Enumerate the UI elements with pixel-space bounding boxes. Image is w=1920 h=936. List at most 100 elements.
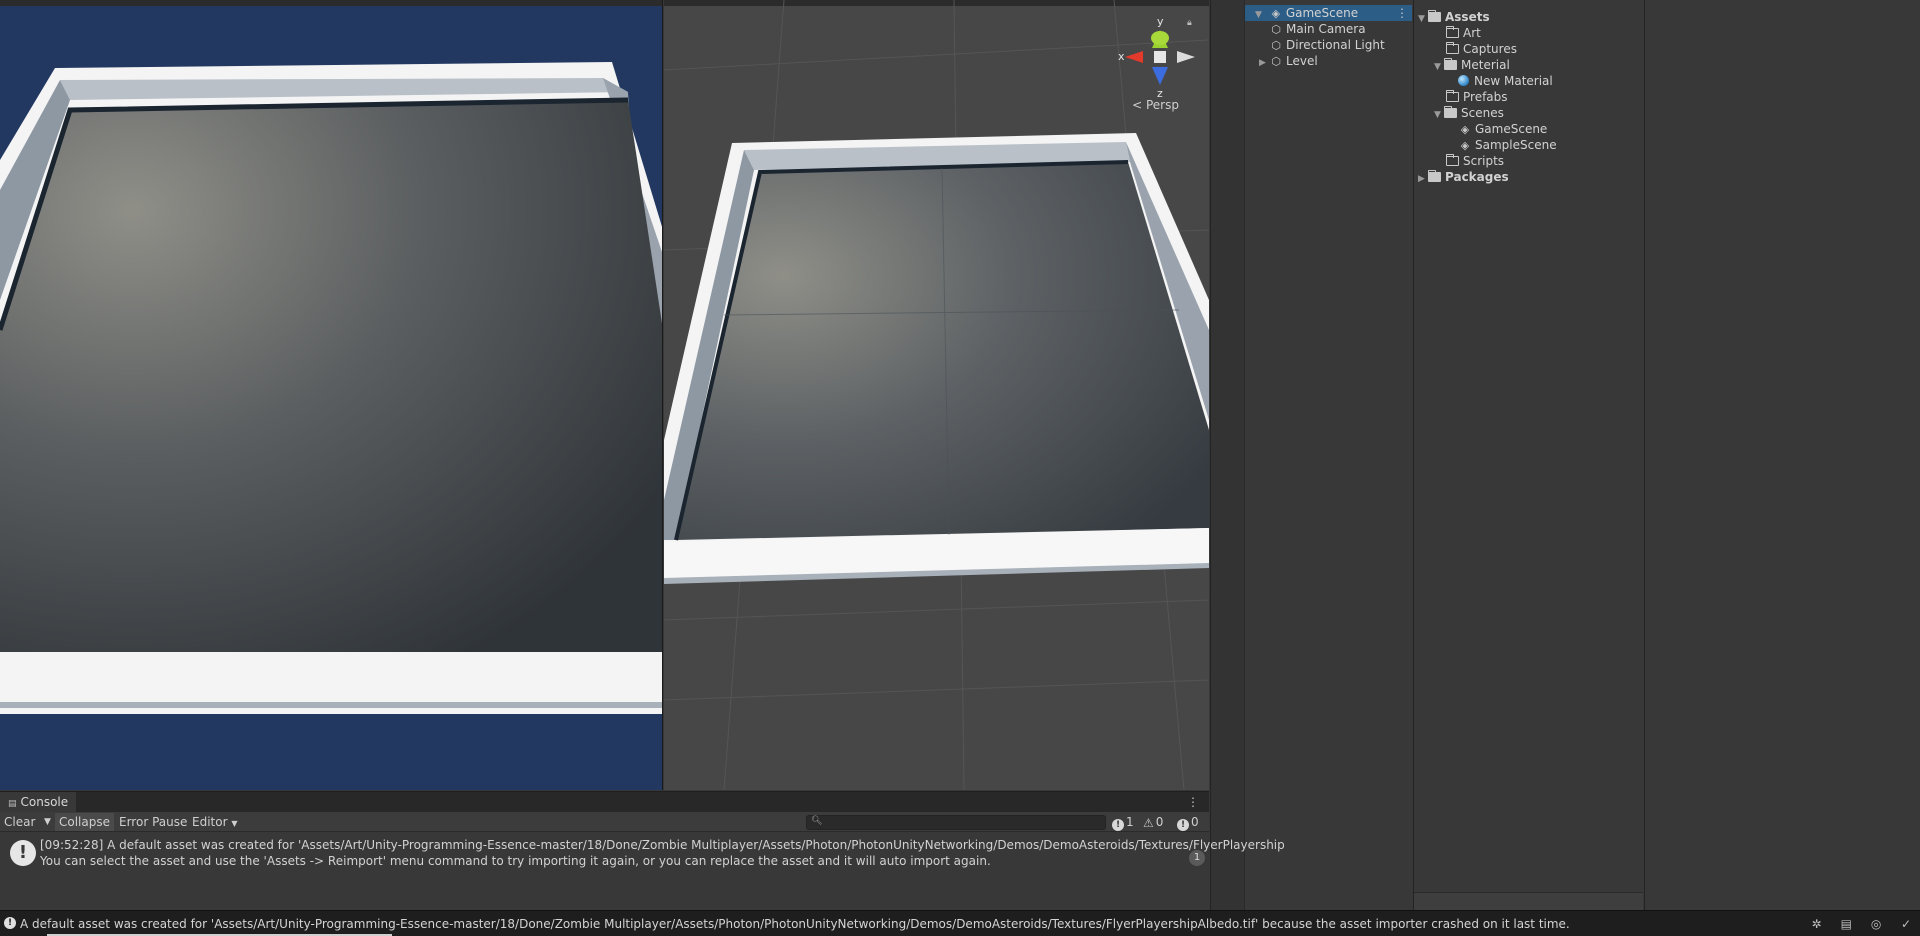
- project-folder-label: Meterial: [1461, 58, 1510, 72]
- project-folder-label: Prefabs: [1463, 90, 1508, 104]
- project-folder-meterial[interactable]: ▼ Meterial: [1434, 57, 1510, 73]
- folder-filled-icon: [1428, 170, 1441, 182]
- status-icons: ✲ ▤ ◎ ✓: [1799, 916, 1914, 932]
- cache-server-icon[interactable]: ▤: [1838, 916, 1854, 932]
- auto-generate-lighting-icon[interactable]: ◎: [1868, 916, 1884, 932]
- log-entry-count-badge: 1: [1189, 850, 1205, 866]
- chevron-right-icon[interactable]: ▶: [1259, 55, 1269, 71]
- hierarchy-item-level[interactable]: ▶ ⬡ Level: [1259, 53, 1318, 69]
- chevron-down-icon[interactable]: ▼: [1418, 11, 1428, 27]
- project-folder-art[interactable]: Art: [1446, 25, 1481, 41]
- gizmo-x-cone: [1125, 51, 1143, 63]
- search-icon: 🔍︎: [811, 816, 823, 826]
- console-toolbar: Clear ▼ Collapse Error Pause Editor ▼ 🔍︎…: [0, 812, 1209, 832]
- log-count: 0: [1191, 815, 1199, 829]
- game-view[interactable]: [0, 0, 663, 790]
- projection-toggle[interactable]: < Persp: [1132, 98, 1179, 112]
- arena-wall-near: [0, 652, 662, 704]
- error-icon: !: [4, 917, 16, 929]
- project-folder-prefabs[interactable]: Prefabs: [1446, 89, 1508, 105]
- console-tab-bar: ▤ Console ⋮: [0, 792, 1209, 812]
- log-entry-line2: You can select the asset and use the 'As…: [40, 854, 991, 868]
- project-folder-label: Art: [1463, 26, 1481, 40]
- inspector-panel: [1644, 0, 1920, 910]
- folder-open-icon: [1444, 106, 1457, 118]
- chevron-right-icon[interactable]: ▶: [1418, 171, 1428, 187]
- console-log-entry[interactable]: ! [09:52:28] A default asset was created…: [0, 835, 1285, 873]
- unity-scene-icon: ◈: [1460, 123, 1470, 136]
- scene-view[interactable]: y x z 🔒︎ < Persp: [664, 0, 1209, 790]
- collapse-button[interactable]: Collapse: [55, 813, 114, 831]
- kebab-menu-icon[interactable]: ⋮: [1396, 5, 1408, 21]
- editor-dropdown[interactable]: Editor ▼: [188, 813, 242, 831]
- gameobject-cube-icon: ⬡: [1271, 39, 1281, 52]
- folder-icon: [1446, 90, 1459, 102]
- hierarchy-item-main-camera[interactable]: ⬡ Main Camera: [1269, 21, 1366, 37]
- project-asset-label: GameScene: [1475, 122, 1548, 136]
- gizmo-center-cube: [1154, 51, 1166, 63]
- project-panel: ▼ Assets Art Captures ▼ Meterial New Mater…: [1413, 0, 1643, 910]
- gizmo-neg-x-cone: [1177, 51, 1195, 63]
- status-bar: ! A default asset was created for 'Asset…: [0, 910, 1920, 936]
- hierarchy-item-directional-light[interactable]: ⬡ Directional Light: [1269, 37, 1385, 53]
- editor-dropdown-label: Editor: [192, 815, 228, 829]
- material-sphere-icon: [1458, 75, 1469, 86]
- unity-scene-icon: ◈: [1460, 139, 1470, 152]
- hierarchy-scene-row[interactable]: ▼ ◈ GameScene ⋮: [1245, 5, 1412, 21]
- unity-scene-icon: ◈: [1271, 7, 1281, 20]
- error-pause-button[interactable]: Error Pause: [115, 813, 191, 831]
- gameobject-cube-icon: ⬡: [1271, 23, 1281, 36]
- console-tab-label: Console: [20, 795, 69, 809]
- checkmark-circle-icon[interactable]: ✓: [1898, 916, 1914, 932]
- chevron-down-icon[interactable]: ▼: [1434, 59, 1444, 75]
- hierarchy-item-label: Main Camera: [1286, 22, 1366, 36]
- error-icon: !: [10, 840, 36, 866]
- error-count-toggle[interactable]: ! 1: [1112, 814, 1134, 831]
- hierarchy-item-label: Level: [1286, 54, 1318, 68]
- warning-count-toggle[interactable]: ⚠ 0: [1143, 814, 1163, 830]
- status-message[interactable]: A default asset was created for 'Assets/…: [20, 917, 1570, 931]
- console-icon: ▤: [8, 799, 17, 809]
- project-asset-new-material[interactable]: New Material: [1458, 73, 1553, 89]
- arena-floor: [0, 100, 662, 652]
- error-count: 1: [1126, 815, 1134, 829]
- clear-options-dropdown-icon[interactable]: ▼: [40, 813, 55, 831]
- hierarchy-panel: ▼ ◈ GameScene ⋮ ⬡ Main Camera ⬡ Directional…: [1210, 0, 1412, 910]
- project-asset-gamescene[interactable]: ◈ GameScene: [1458, 121, 1548, 137]
- folder-open-icon: [1428, 10, 1441, 22]
- warning-count: 0: [1155, 815, 1164, 829]
- gizmo-lock-icon[interactable]: 🔒︎: [1187, 18, 1197, 28]
- project-folder-label: Scenes: [1461, 106, 1504, 120]
- project-bottom-bar: [1414, 892, 1643, 910]
- chevron-down-icon[interactable]: ▼: [1255, 7, 1265, 23]
- log-count-toggle[interactable]: ! 0: [1177, 814, 1199, 831]
- project-asset-samplescene[interactable]: ◈ SampleScene: [1458, 137, 1557, 153]
- clear-button[interactable]: Clear: [0, 813, 39, 831]
- chevron-down-icon: ▼: [231, 819, 238, 828]
- chevron-down-icon[interactable]: ▼: [1434, 107, 1444, 123]
- folder-open-icon: [1444, 58, 1457, 70]
- folder-icon: [1446, 42, 1459, 54]
- project-assets-label: Assets: [1445, 10, 1490, 24]
- log-entry-line1: [09:52:28] A default asset was created f…: [40, 838, 1285, 852]
- debug-bug-icon[interactable]: ✲: [1809, 916, 1825, 932]
- folder-icon: [1446, 154, 1459, 166]
- tab-console[interactable]: ▤ Console: [0, 792, 77, 812]
- console-kebab-menu-icon[interactable]: ⋮: [1187, 795, 1199, 809]
- project-asset-label: SampleScene: [1475, 138, 1557, 152]
- error-icon: !: [1112, 819, 1124, 831]
- project-asset-label: New Material: [1474, 74, 1553, 88]
- project-folder-scenes[interactable]: ▼ Scenes: [1434, 105, 1504, 121]
- console-search-input[interactable]: 🔍︎: [806, 815, 1106, 830]
- project-packages-root[interactable]: ▶ Packages: [1418, 169, 1509, 185]
- game-view-render: [0, 62, 662, 714]
- hierarchy-scene-name: GameScene: [1285, 6, 1359, 20]
- console-panel: ▤ Console ⋮ Clear ▼ Collapse Error Pause …: [0, 791, 1285, 910]
- project-folder-scripts[interactable]: Scripts: [1446, 153, 1504, 169]
- hierarchy-item-label: Directional Light: [1286, 38, 1385, 52]
- project-folder-captures[interactable]: Captures: [1446, 41, 1517, 57]
- project-assets-root[interactable]: ▼ Assets: [1418, 9, 1490, 25]
- scene-view-render: [664, 0, 1209, 790]
- gizmo-z-cone: [1152, 67, 1168, 85]
- info-icon: !: [1177, 819, 1189, 831]
